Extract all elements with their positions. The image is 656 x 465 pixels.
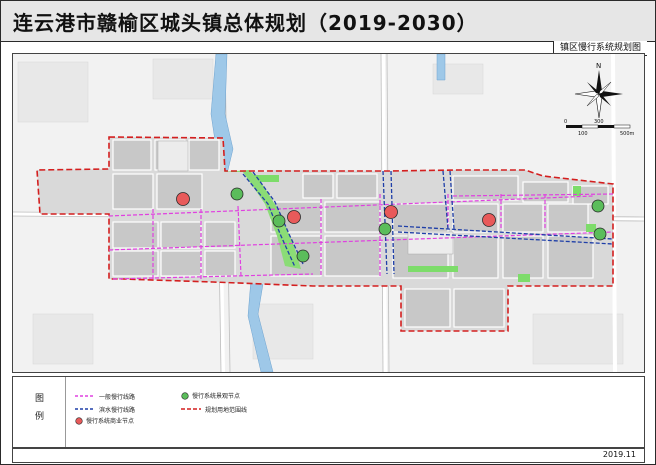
legend-heading-bottom: 例 [35,412,45,422]
landscape-node[interactable] [272,214,286,228]
landscape-node[interactable] [593,227,607,241]
waterfront-route-swatch-icon [75,408,95,410]
landscape-node[interactable] [230,187,244,201]
scale-tick-1: 100 [578,131,588,137]
boundary-swatch-icon [181,408,201,410]
landscape-node[interactable] [378,222,392,236]
legend-label: 慢行系统商业节点 [86,418,135,425]
north-label: N [596,62,601,70]
scale-bar: 0 100 300 500m [564,119,635,137]
legend-heading-top: 图 [35,394,45,404]
legend-label: 慢行系统景观节点 [192,393,241,400]
commercial-node[interactable] [176,192,190,206]
north-arrow: N [574,62,623,119]
legend-label: 滨水慢行线路 [99,407,136,414]
scale-tick-0: 0 [564,119,567,125]
general-route-swatch-icon [75,395,95,397]
scale-tick-3: 500m [620,131,635,137]
map-svg: N 0 100 300 500m [13,54,644,372]
legend-label: 一般慢行线路 [99,394,136,401]
date-label: 2019.11 [602,450,636,459]
legend-label: 规划用地范围线 [205,407,248,414]
commercial-node[interactable] [287,210,301,224]
scale-tick-2: 300 [594,119,604,125]
landscape-node[interactable] [591,199,605,213]
landscape-node[interactable] [296,249,310,263]
commercial-node[interactable] [482,213,496,227]
legend: 图 例 一般慢行线路 慢行系统景观节点 滨水慢行线路 规划用地范围线 慢行系统商… [12,376,645,448]
commercial-node[interactable] [384,205,398,219]
map-canvas[interactable]: N 0 100 300 500m [12,53,645,373]
title-bar: 连云港市赣榆区城头镇总体规划（2019-2030） [1,1,655,42]
legend-heading: 图 例 [13,377,66,447]
map-title: 连云港市赣榆区城头镇总体规划（2019-2030） [13,11,478,35]
footer: 2019.11 [12,448,645,463]
map-frame: 连云港市赣榆区城头镇总体规划（2019-2030） 镇区慢行系统规划图 N 0 … [0,0,656,465]
